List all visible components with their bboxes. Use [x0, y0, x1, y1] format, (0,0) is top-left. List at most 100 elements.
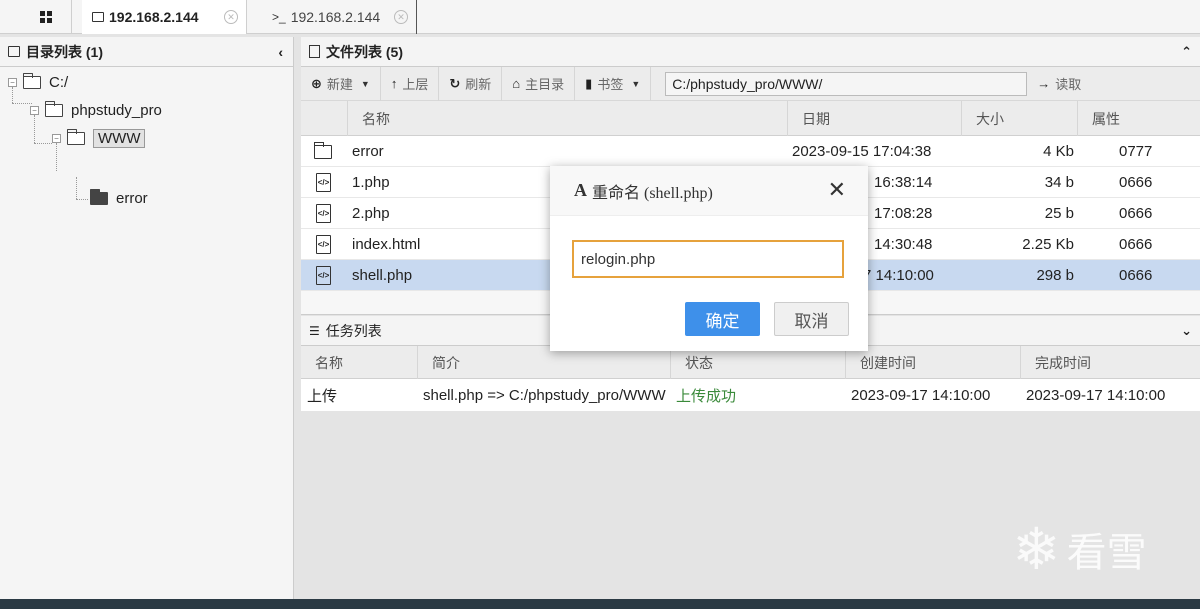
read-button[interactable]: → 读取: [1037, 74, 1081, 93]
task-status: 上传成功: [676, 387, 737, 405]
bookmark-label: 书签: [597, 77, 624, 92]
read-label: 读取: [1055, 77, 1082, 92]
bookmark-icon: ▮: [585, 75, 593, 91]
tree-node-label: WWW: [93, 129, 146, 148]
file-size: 34 b: [1044, 174, 1074, 191]
file-icon: [309, 45, 320, 58]
file-perm: 0666: [1119, 236, 1153, 253]
caret-down-icon: ▼: [631, 78, 641, 89]
file-size: 4 Kb: [1043, 143, 1074, 160]
grid-icon: [39, 11, 52, 23]
table-row[interactable]: error 2023-09-15 17:04:38 4 Kb 0777: [301, 136, 1200, 167]
rename-input[interactable]: [572, 240, 844, 278]
task-row[interactable]: 上传 shell.php => C:/phpstudy_pro/WWW 上传成功…: [301, 379, 1200, 411]
path-input[interactable]: [665, 71, 1028, 96]
col-date[interactable]: 日期: [787, 101, 961, 136]
tree-node-label: phpstudy_pro: [71, 102, 162, 119]
dialog-title: 重命名 (shell.php): [592, 184, 713, 202]
tree-node-label: error: [116, 190, 148, 207]
new-label: 新建: [326, 77, 353, 92]
col-task-created[interactable]: 创建时间: [845, 346, 1020, 379]
close-icon[interactable]: ✕: [394, 10, 408, 24]
home-button[interactable]: ⌂ 主目录: [502, 66, 576, 101]
col-task-name[interactable]: 名称: [301, 346, 417, 379]
tree-node-www[interactable]: − WWW: [52, 129, 146, 148]
directory-panel-header: 目录列表 (1) ‹: [0, 37, 293, 67]
collapse-toggle-icon[interactable]: −: [52, 134, 61, 143]
close-icon[interactable]: ✕: [224, 10, 238, 24]
new-button[interactable]: ⊕ 新建 ▼: [301, 66, 381, 101]
refresh-label: 刷新: [465, 77, 492, 92]
chevron-down-icon[interactable]: ⌄: [1181, 323, 1192, 339]
file-size: 298 b: [1036, 267, 1074, 284]
col-perm[interactable]: 属性: [1077, 101, 1200, 136]
file-size: 25 b: [1044, 205, 1074, 222]
collapse-toggle-icon[interactable]: −: [8, 78, 17, 87]
cancel-button[interactable]: 取消: [774, 302, 849, 336]
caret-down-icon: ▼: [360, 78, 370, 89]
collapse-left-icon[interactable]: ‹: [278, 44, 283, 60]
col-task-finished[interactable]: 完成时间: [1020, 346, 1195, 379]
up-button[interactable]: ↑ 上层: [381, 66, 440, 101]
watermark: ❄ 看雪: [1012, 515, 1147, 583]
code-file-icon: </>: [316, 204, 331, 223]
tab-label: 192.168.2.144: [109, 9, 199, 25]
code-file-icon: </>: [316, 266, 331, 285]
file-panel-header: 文件列表 (5) ⌃: [301, 37, 1200, 67]
folder-icon: [67, 129, 85, 145]
col-size[interactable]: 大小: [961, 101, 1077, 136]
refresh-icon: ↻: [449, 75, 461, 91]
file-name: error: [352, 143, 384, 160]
task-panel-title: 任务列表: [325, 322, 382, 339]
task-desc: shell.php => C:/phpstudy_pro/WWW: [423, 386, 666, 404]
dialog-header: A 重命名 (shell.php) ✕: [550, 166, 868, 216]
folder-icon: [314, 141, 332, 159]
tab-terminal[interactable]: >_ 192.168.2.144 ✕: [262, 0, 417, 34]
tab-label: 192.168.2.144: [290, 9, 381, 25]
folder-icon: [92, 12, 104, 22]
rename-dialog: A 重命名 (shell.php) ✕ 确定 取消: [550, 166, 868, 351]
arrow-up-icon: ↑: [390, 76, 398, 91]
tree-node-label: C:/: [49, 74, 69, 91]
tab-file-manager[interactable]: 192.168.2.144 ✕: [82, 0, 247, 34]
folder-icon: [45, 101, 63, 117]
chevron-up-icon[interactable]: ⌃: [1181, 44, 1192, 60]
folder-icon: [23, 73, 41, 89]
file-name: 2.php: [352, 205, 390, 222]
task-name: 上传: [307, 387, 338, 405]
tree-node-phpstudy[interactable]: − phpstudy_pro: [30, 101, 162, 119]
watermark-text: 看雪: [1066, 531, 1147, 575]
refresh-button[interactable]: ↻ 刷新: [439, 66, 503, 101]
directory-tree: − C:/ − phpstudy_pro − WWW error: [0, 67, 293, 587]
snowflake-icon: ❄: [1012, 517, 1061, 582]
col-name[interactable]: 名称: [347, 101, 787, 136]
file-panel-title: 文件列表 (5): [326, 43, 403, 60]
file-toolbar: ⊕ 新建 ▼ ↑ 上层 ↻ 刷新 ⌂ 主目录 ▮ 书签 ▼ C:/phpstud…: [301, 66, 1200, 101]
code-file-icon: </>: [316, 173, 331, 192]
tab-bar: ◀ 192.168.2.144 ✕ >_ 192.168.2.144 ✕ ▶: [0, 0, 1200, 609]
home-grid-button[interactable]: [20, 0, 72, 34]
directory-panel: 目录列表 (1) ‹ − C:/ − phpstudy_pro − WWW er…: [0, 37, 294, 609]
collapse-toggle-icon[interactable]: −: [30, 106, 39, 115]
app-root: ◀ 192.168.2.144 ✕ >_ 192.168.2.144 ✕ ▶ 目…: [0, 0, 1200, 609]
font-icon: A: [574, 180, 587, 200]
file-date: 16:38:14: [874, 174, 933, 191]
tree-node-error[interactable]: error: [90, 189, 148, 207]
file-name: shell.php: [352, 267, 413, 284]
folder-icon: [90, 189, 108, 205]
folder-icon: [8, 46, 20, 57]
directory-panel-title: 目录列表 (1): [26, 43, 103, 60]
plus-circle-icon: ⊕: [311, 75, 322, 91]
task-created: 2023-09-17 14:10:00: [851, 386, 991, 404]
confirm-button[interactable]: 确定: [685, 302, 760, 336]
file-date: 17:08:28: [874, 205, 933, 222]
tree-node-c[interactable]: − C:/: [8, 73, 69, 91]
task-finished: 2023-09-17 14:10:00: [1026, 386, 1166, 404]
arrow-right-icon: →: [1037, 76, 1051, 91]
file-perm: 0777: [1119, 143, 1153, 160]
file-perm: 0666: [1119, 205, 1153, 222]
bookmark-button[interactable]: ▮ 书签 ▼: [575, 66, 652, 101]
home-label: 主目录: [525, 77, 565, 92]
close-icon[interactable]: ✕: [828, 179, 846, 201]
file-name: index.html: [352, 236, 421, 253]
